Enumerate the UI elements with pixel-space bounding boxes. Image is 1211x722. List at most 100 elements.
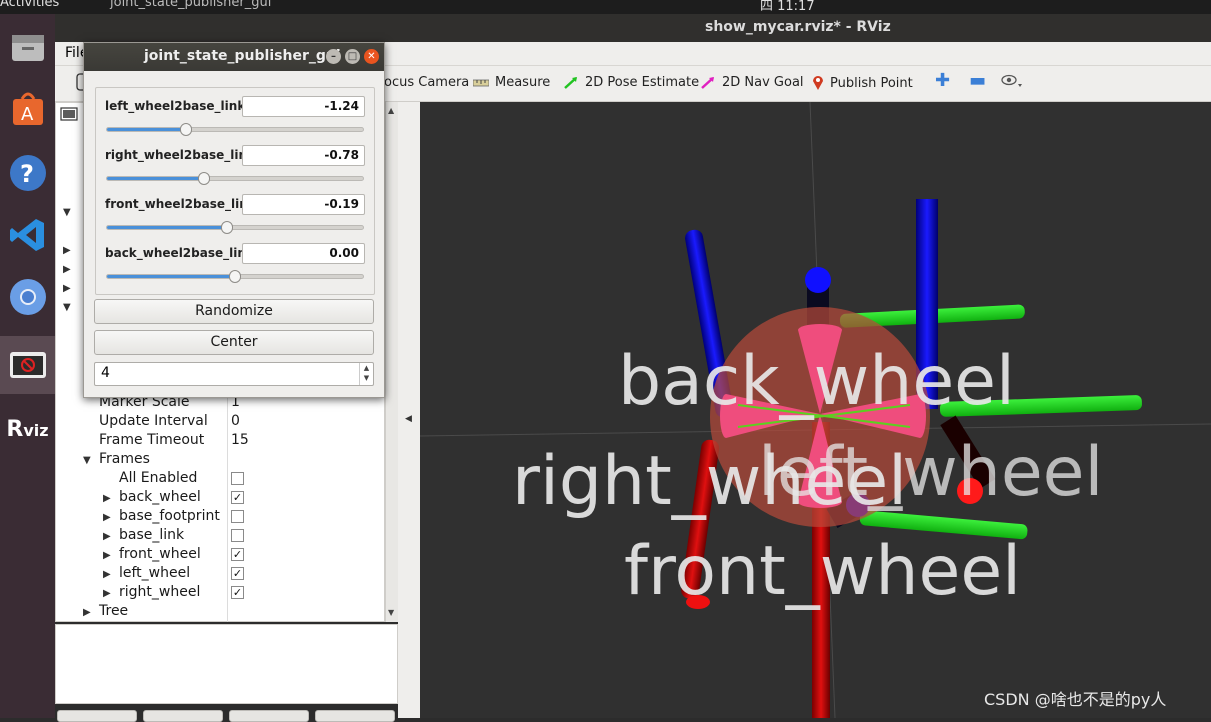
pose-estimate-button[interactable]: 2D Pose Estimate bbox=[563, 75, 699, 90]
scroll-down-icon[interactable]: ▼ bbox=[388, 608, 394, 617]
chromium-icon[interactable] bbox=[0, 268, 55, 326]
tree-label[interactable]: Tree bbox=[99, 603, 128, 622]
add-display-button[interactable] bbox=[57, 710, 137, 722]
frames-expand-arrow[interactable]: ▼ bbox=[83, 455, 91, 466]
collapse-left-icon[interactable]: ◀ bbox=[405, 414, 412, 424]
frame-item-label: left_wheel bbox=[119, 565, 191, 581]
joint-name-label: back_wheel2base_link bbox=[105, 246, 254, 260]
svg-text:A: A bbox=[21, 104, 34, 125]
rviz-logo-icon[interactable]: Rviz bbox=[0, 400, 55, 458]
publish-point-button[interactable]: Publish Point bbox=[812, 75, 913, 91]
frame-expand-arrow[interactable]: ▶ bbox=[103, 512, 111, 523]
frame-expand-arrow[interactable]: ▶ bbox=[103, 550, 111, 561]
nav-goal-button[interactable]: 2D Nav Goal bbox=[700, 75, 804, 90]
joint-value-field[interactable]: -0.78 bbox=[242, 145, 365, 166]
slider-fill bbox=[107, 177, 205, 180]
remove-display-button[interactable] bbox=[229, 710, 309, 722]
joint-slider[interactable] bbox=[106, 221, 364, 234]
ruler-icon bbox=[473, 79, 489, 86]
system-top-bar: Activities joint_state_publisher_gui 四 1… bbox=[0, 0, 1211, 14]
frame-checkbox[interactable]: ✓ bbox=[231, 491, 244, 504]
spinbox-value: 4 bbox=[101, 365, 110, 381]
joint-value-field[interactable]: -0.19 bbox=[242, 194, 365, 215]
measure-label: Measure bbox=[495, 75, 551, 90]
help-icon[interactable]: ? bbox=[0, 144, 55, 202]
expand-arrow[interactable]: ▶ bbox=[63, 283, 71, 294]
joint-value-field[interactable]: -1.24 bbox=[242, 96, 365, 117]
joint-name-label: front_wheel2base_link bbox=[105, 197, 256, 211]
pose-estimate-label: 2D Pose Estimate bbox=[585, 75, 700, 90]
add-tool-icon[interactable]: ✚ bbox=[935, 70, 950, 91]
panel-splitter[interactable]: ◀ bbox=[398, 102, 420, 718]
frame-checkbox[interactable] bbox=[231, 529, 244, 542]
view-eye-icon[interactable] bbox=[1001, 72, 1023, 88]
expand-arrow[interactable]: ▶ bbox=[63, 264, 71, 275]
slider-count-spinbox[interactable]: 4 ▲ ▼ bbox=[94, 362, 374, 386]
joint-value-field[interactable]: 0.00 bbox=[242, 243, 365, 264]
expand-arrow[interactable]: ▶ bbox=[63, 245, 71, 256]
rviz-title-bar: show_mycar.rviz* - RViz bbox=[55, 14, 1211, 42]
all-enabled-checkbox[interactable] bbox=[231, 472, 244, 485]
tree-expand-arrow[interactable]: ▶ bbox=[83, 607, 91, 618]
rename-display-button[interactable] bbox=[315, 710, 395, 722]
joint-slider[interactable] bbox=[106, 270, 364, 283]
files-icon[interactable] bbox=[0, 18, 55, 76]
prop-value[interactable]: 0 bbox=[231, 413, 240, 432]
spinbox-arrows[interactable]: ▲ ▼ bbox=[359, 363, 373, 385]
software-center-icon[interactable]: A bbox=[0, 80, 55, 138]
joint-slider[interactable] bbox=[106, 172, 364, 185]
activities-button[interactable]: Activities bbox=[0, 0, 59, 10]
slider-handle[interactable] bbox=[180, 123, 193, 136]
randomize-button[interactable]: Randomize bbox=[94, 299, 374, 324]
expand-arrow[interactable]: ▼ bbox=[63, 302, 71, 313]
rviz-window-title: show_mycar.rviz* - RViz bbox=[705, 19, 891, 35]
clock[interactable]: 四 11:17 bbox=[760, 0, 815, 14]
background-window-title: joint_state_publisher_gui bbox=[110, 0, 272, 10]
joint-slider[interactable] bbox=[106, 123, 364, 136]
property-description-pane bbox=[55, 624, 398, 704]
frame-expand-arrow[interactable]: ▶ bbox=[103, 493, 111, 504]
map-pin-icon bbox=[813, 76, 823, 90]
duplicate-display-button[interactable] bbox=[143, 710, 223, 722]
remove-tool-icon[interactable]: ▬ bbox=[969, 70, 986, 91]
frame-checkbox[interactable]: ✓ bbox=[231, 586, 244, 599]
measure-button[interactable]: Measure bbox=[473, 75, 550, 90]
frame-label-back-wheel: back_wheel bbox=[618, 342, 1015, 421]
frame-checkbox[interactable] bbox=[231, 510, 244, 523]
slider-handle[interactable] bbox=[229, 270, 241, 283]
render-3d-view[interactable]: back_wheel right_wheel left_wheel front_… bbox=[420, 102, 1211, 718]
joint-sliders-group: left_wheel2base_link -1.24 right_wheel2bas… bbox=[95, 87, 375, 295]
jsp-title: joint_state_publisher_gui bbox=[144, 48, 341, 64]
expand-arrow[interactable]: ▼ bbox=[63, 207, 71, 218]
frame-checkbox[interactable]: ✓ bbox=[231, 548, 244, 561]
display-panel-icon bbox=[60, 107, 80, 123]
focus-camera-button[interactable]: ocus Camera bbox=[384, 75, 469, 90]
displays-button-row bbox=[55, 708, 398, 722]
svg-text:?: ? bbox=[20, 160, 34, 188]
all-enabled-label: All Enabled bbox=[119, 470, 198, 486]
minimize-icon[interactable]: – bbox=[326, 49, 341, 64]
prop-value[interactable]: 15 bbox=[231, 432, 249, 451]
frame-expand-arrow[interactable]: ▶ bbox=[103, 531, 111, 542]
frame-expand-arrow[interactable]: ▶ bbox=[103, 588, 111, 599]
scroll-up-icon[interactable]: ▲ bbox=[388, 106, 394, 115]
maximize-icon[interactable]: □ bbox=[345, 49, 360, 64]
frame-item-label: back_wheel bbox=[119, 489, 201, 505]
slider-handle[interactable] bbox=[198, 172, 211, 185]
frame-item-label: front_wheel bbox=[119, 546, 201, 562]
frame-expand-arrow[interactable]: ▶ bbox=[103, 569, 111, 580]
slider-handle[interactable] bbox=[221, 221, 234, 234]
frame-checkbox[interactable]: ✓ bbox=[231, 567, 244, 580]
focus-camera-label: ocus Camera bbox=[384, 75, 470, 90]
vscode-icon[interactable] bbox=[0, 206, 55, 264]
close-icon[interactable]: ✕ bbox=[364, 49, 379, 64]
slider-fill bbox=[107, 226, 228, 229]
frame-item-label: right_wheel bbox=[119, 584, 201, 600]
slider-fill bbox=[107, 275, 235, 278]
frames-label[interactable]: Frames bbox=[99, 451, 150, 470]
displays-scrollbar[interactable]: ▲ ▼ bbox=[385, 102, 398, 622]
rviz-window-icon[interactable] bbox=[0, 336, 55, 394]
jsp-title-bar[interactable]: joint_state_publisher_gui – □ ✕ bbox=[84, 43, 384, 71]
watermark: CSDN @啥也不是的py人 bbox=[984, 690, 1167, 709]
center-button[interactable]: Center bbox=[94, 330, 374, 355]
